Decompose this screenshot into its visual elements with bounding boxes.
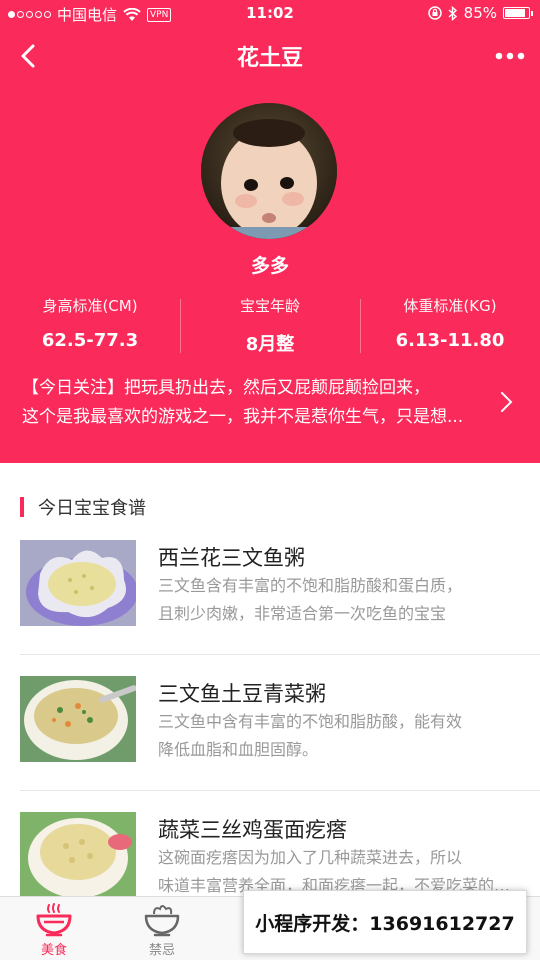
stat-age: 宝宝年龄 8月整 [180, 295, 360, 356]
recipe-title: 三文鱼土豆青菜粥 [158, 682, 326, 706]
tab-food[interactable]: 美食 [0, 897, 108, 960]
page-title: 花土豆 [236, 46, 303, 71]
stat-height-label: 身高标准(CM) [42, 297, 138, 315]
recipe-desc-line: 三文鱼中含有丰富的不饱和脂肪酸，能有效 [158, 712, 463, 731]
recipe-thumbnail [20, 676, 136, 762]
battery-percent: 85% [463, 4, 497, 22]
status-bar: 中国电信 VPN 11:02 85% [0, 0, 540, 28]
recipe-item[interactable]: 三文鱼土豆青菜粥 三文鱼中含有丰富的不饱和脂肪酸，能有效 降低血脂和血胆固醇。 [0, 676, 540, 812]
stat-weight-label: 体重标准(KG) [403, 297, 497, 315]
profile-header: 中国电信 VPN 11:02 85% 花土豆 多多 身高标准(CM) 62.5-… [0, 0, 540, 463]
section-title: 今日宝宝食谱 [38, 498, 146, 519]
stat-height: 身高标准(CM) 62.5-77.3 [0, 295, 180, 351]
recipe-description: 三文鱼中含有丰富的不饱和脂肪酸，能有效 降低血脂和血胆固醇。 [158, 708, 518, 764]
section-header: 今日宝宝食谱 [20, 494, 146, 520]
developer-watermark: 小程序开发：13691612727 [243, 890, 527, 954]
recipe-thumbnail [20, 540, 136, 626]
recipe-desc-line: 且刺少肉嫩，非常适合第一次吃鱼的宝宝 [158, 604, 447, 623]
tab-taboo-label: 禁忌 [148, 943, 175, 958]
stat-age-label: 宝宝年龄 [239, 297, 300, 315]
more-options-icon[interactable] [490, 40, 530, 72]
section-accent-bar [20, 497, 24, 517]
stat-age-value: 8月整 [245, 334, 295, 355]
recipe-divider [20, 654, 540, 655]
salad-bowl-icon [144, 905, 180, 937]
recipe-desc-line: 这碗面疙瘩因为加入了几种蔬菜进去，所以 [158, 848, 463, 867]
notice-line-1: 【今日关注】把玩具扔出去，然后又屁颠屁颠捡回来， [22, 378, 430, 398]
stat-height-value: 62.5-77.3 [41, 330, 139, 351]
daily-notice[interactable]: 【今日关注】把玩具扔出去，然后又屁颠屁颠捡回来， 这个是我最喜欢的游戏之一，我并… [22, 374, 492, 432]
recipe-item[interactable]: 西兰花三文鱼粥 三文鱼含有丰富的不饱和脂肪酸和蛋白质， 且刺少肉嫩，非常适合第一… [0, 540, 540, 676]
bluetooth-icon [448, 5, 457, 21]
baby-avatar[interactable] [201, 103, 337, 239]
recipe-desc-line: 三文鱼含有丰富的不饱和脂肪酸和蛋白质， [158, 576, 463, 595]
tab-food-label: 美食 [40, 943, 67, 958]
battery-icon [503, 7, 533, 19]
chevron-right-icon[interactable] [496, 388, 516, 416]
growth-stats: 身高标准(CM) 62.5-77.3 宝宝年龄 8月整 体重标准(KG) 6.1… [0, 295, 540, 357]
recipe-title: 蔬菜三丝鸡蛋面疙瘩 [158, 818, 347, 842]
recipe-thumbnail [20, 812, 136, 898]
notice-line-2: 这个是我最喜欢的游戏之一，我并不是惹你生气，只是想... [22, 407, 464, 427]
recipe-description: 三文鱼含有丰富的不饱和脂肪酸和蛋白质， 且刺少肉嫩，非常适合第一次吃鱼的宝宝 [158, 572, 518, 628]
stat-weight-value: 6.13-11.80 [395, 330, 505, 351]
tab-taboo[interactable]: 禁忌 [108, 897, 216, 960]
baby-name: 多多 [250, 255, 289, 277]
status-right: 85% [427, 4, 533, 22]
recipe-title: 西兰花三文鱼粥 [158, 546, 305, 570]
bowl-icon [36, 903, 72, 937]
nav-bar: 花土豆 [0, 28, 540, 84]
recipe-desc-line: 降低血脂和血胆固醇。 [158, 740, 319, 759]
recipe-divider [20, 790, 540, 791]
orientation-lock-icon [427, 6, 442, 20]
stat-weight: 体重标准(KG) 6.13-11.80 [360, 295, 540, 351]
